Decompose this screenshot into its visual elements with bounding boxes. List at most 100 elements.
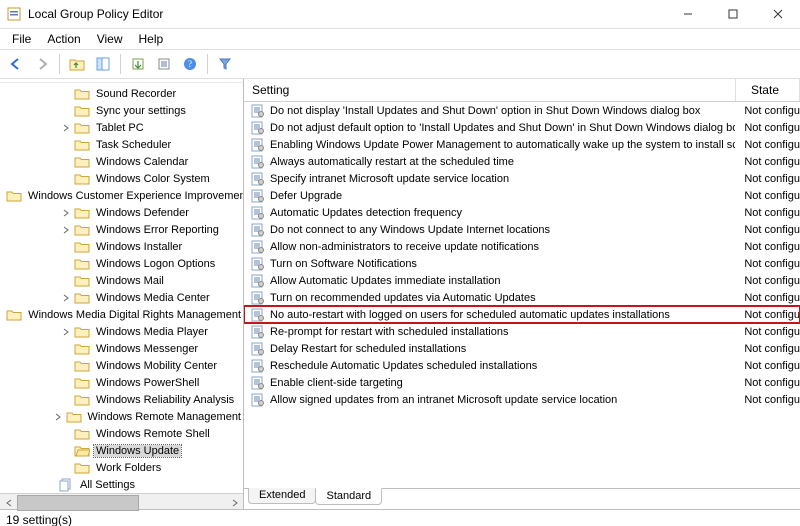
menu-action[interactable]: Action bbox=[39, 30, 88, 48]
folder-icon bbox=[74, 274, 90, 288]
settings-list[interactable]: Do not display 'Install Updates and Shut… bbox=[244, 102, 800, 488]
list-row[interactable]: Enabling Windows Update Power Management… bbox=[244, 136, 800, 153]
tree-item[interactable]: Tablet PC bbox=[0, 119, 243, 136]
list-item-text: Specify intranet Microsoft update servic… bbox=[270, 173, 735, 185]
list-row[interactable]: Turn on Software NotificationsNot config… bbox=[244, 255, 800, 272]
tree-item-label: Windows Defender bbox=[94, 207, 191, 219]
list-row[interactable]: Defer UpgradeNot configu bbox=[244, 187, 800, 204]
column-header-state[interactable]: State bbox=[736, 79, 800, 101]
tab-extended[interactable]: Extended bbox=[248, 488, 316, 504]
list-row[interactable]: Do not display 'Install Updates and Shut… bbox=[244, 102, 800, 119]
tree-item[interactable]: Work Folders bbox=[0, 459, 243, 476]
tree-item[interactable]: Windows Calendar bbox=[0, 153, 243, 170]
chevron-none-icon bbox=[60, 173, 72, 185]
tab-standard[interactable]: Standard bbox=[315, 488, 382, 505]
tree-item[interactable]: Windows Mobility Center bbox=[0, 357, 243, 374]
export-list-button[interactable] bbox=[126, 52, 150, 76]
tree-item[interactable]: Windows Messenger bbox=[0, 340, 243, 357]
main-area: Sound Recorder Sync your settings Tablet P… bbox=[0, 79, 800, 509]
scroll-thumb[interactable] bbox=[17, 495, 139, 511]
tree-item[interactable]: Windows Reliability Analysis bbox=[0, 391, 243, 408]
close-button[interactable] bbox=[755, 0, 800, 28]
list-item-text: Do not display 'Install Updates and Shut… bbox=[270, 105, 735, 117]
policy-icon bbox=[250, 359, 266, 373]
policy-icon bbox=[250, 393, 266, 407]
list-row[interactable]: Do not adjust default option to 'Install… bbox=[244, 119, 800, 136]
tree-horizontal-scrollbar[interactable] bbox=[0, 493, 243, 509]
maximize-button[interactable] bbox=[710, 0, 755, 28]
chevron-none-icon bbox=[60, 343, 72, 355]
folder-icon bbox=[74, 393, 90, 407]
list-row[interactable]: Turn on recommended updates via Automati… bbox=[244, 289, 800, 306]
policy-icon bbox=[250, 376, 266, 390]
tree-item[interactable]: Windows Defender bbox=[0, 204, 243, 221]
list-row[interactable]: Always automatically restart at the sche… bbox=[244, 153, 800, 170]
tree-item[interactable]: Windows Error Reporting bbox=[0, 221, 243, 238]
list-item-text: Automatic Updates detection frequency bbox=[270, 207, 735, 219]
list-row[interactable]: Specify intranet Microsoft update servic… bbox=[244, 170, 800, 187]
tree-item[interactable]: Windows Update bbox=[0, 442, 243, 459]
policy-icon bbox=[250, 189, 266, 203]
menu-help[interactable]: Help bbox=[131, 30, 172, 48]
help-button[interactable]: ? bbox=[178, 52, 202, 76]
tree-item[interactable]: Windows Media Digital Rights Management bbox=[0, 306, 243, 323]
refresh-button[interactable] bbox=[152, 52, 176, 76]
list-item-state: Not configu bbox=[735, 241, 800, 253]
up-button[interactable] bbox=[65, 52, 89, 76]
tree-item[interactable]: Windows Remote Management bbox=[0, 408, 243, 425]
tree-item[interactable]: Windows Media Player bbox=[0, 323, 243, 340]
tree-item[interactable]: Windows Logon Options bbox=[0, 255, 243, 272]
folder-icon bbox=[74, 155, 90, 169]
tree[interactable]: Sound Recorder Sync your settings Tablet P… bbox=[0, 83, 243, 493]
menu-view[interactable]: View bbox=[89, 30, 131, 48]
toolbar: ? bbox=[0, 49, 800, 79]
tree-item-label: Windows Calendar bbox=[94, 156, 190, 168]
chevron-right-icon[interactable] bbox=[60, 122, 72, 134]
back-button[interactable] bbox=[4, 52, 28, 76]
tree-item[interactable]: All Settings bbox=[0, 476, 243, 493]
chevron-right-icon[interactable] bbox=[60, 224, 72, 236]
list-row[interactable]: Reschedule Automatic Updates scheduled i… bbox=[244, 357, 800, 374]
policy-icon bbox=[250, 138, 266, 152]
tree-item[interactable]: Windows Color System bbox=[0, 170, 243, 187]
tree-item[interactable]: Windows PowerShell bbox=[0, 374, 243, 391]
chevron-right-icon[interactable] bbox=[60, 292, 72, 304]
list-row[interactable]: Delay Restart for scheduled installation… bbox=[244, 340, 800, 357]
chevron-none-icon bbox=[60, 462, 72, 474]
scroll-right-icon[interactable] bbox=[226, 494, 243, 511]
list-row[interactable]: Do not connect to any Windows Update Int… bbox=[244, 221, 800, 238]
policy-icon bbox=[250, 325, 266, 339]
chevron-right-icon[interactable] bbox=[60, 326, 72, 338]
list-row[interactable]: No auto-restart with logged on users for… bbox=[244, 306, 800, 323]
tree-item[interactable]: Windows Remote Shell bbox=[0, 425, 243, 442]
tree-item[interactable]: Sync your settings bbox=[0, 102, 243, 119]
show-hide-tree-button[interactable] bbox=[91, 52, 115, 76]
list-row[interactable]: Automatic Updates detection frequencyNot… bbox=[244, 204, 800, 221]
tree-item-label: Windows Error Reporting bbox=[94, 224, 221, 236]
filter-button[interactable] bbox=[213, 52, 237, 76]
minimize-button[interactable] bbox=[665, 0, 710, 28]
tree-item[interactable]: Sound Recorder bbox=[0, 85, 243, 102]
column-header-setting[interactable]: Setting bbox=[244, 79, 736, 101]
folder-icon bbox=[74, 342, 90, 356]
tree-item-label: Windows Media Player bbox=[94, 326, 210, 338]
tree-item[interactable]: Windows Mail bbox=[0, 272, 243, 289]
list-row[interactable]: Re-prompt for restart with scheduled ins… bbox=[244, 323, 800, 340]
policy-icon bbox=[250, 155, 266, 169]
folder-icon bbox=[66, 410, 82, 424]
list-row[interactable]: Allow non-administrators to receive upda… bbox=[244, 238, 800, 255]
chevron-right-icon[interactable] bbox=[60, 207, 72, 219]
tree-item[interactable]: Task Scheduler bbox=[0, 136, 243, 153]
tree-item-label: Sync your settings bbox=[94, 105, 188, 117]
list-row[interactable]: Allow signed updates from an intranet Mi… bbox=[244, 391, 800, 408]
list-item-text: Re-prompt for restart with scheduled ins… bbox=[270, 326, 735, 338]
tree-item[interactable]: Windows Customer Experience Improvement … bbox=[0, 187, 243, 204]
tree-item[interactable]: Windows Installer bbox=[0, 238, 243, 255]
chevron-right-icon[interactable] bbox=[53, 411, 64, 423]
menu-file[interactable]: File bbox=[4, 30, 39, 48]
forward-button[interactable] bbox=[30, 52, 54, 76]
tree-item[interactable]: Windows Media Center bbox=[0, 289, 243, 306]
scroll-left-icon[interactable] bbox=[0, 494, 17, 511]
list-row[interactable]: Enable client-side targetingNot configu bbox=[244, 374, 800, 391]
list-row[interactable]: Allow Automatic Updates immediate instal… bbox=[244, 272, 800, 289]
